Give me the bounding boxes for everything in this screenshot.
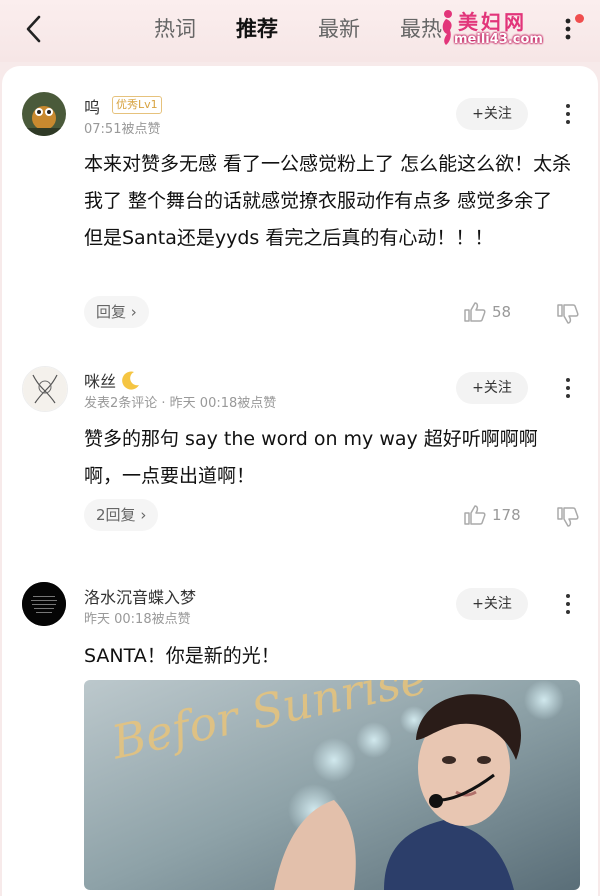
like-count: 58 [492, 303, 512, 321]
reply-label: 2回复 [96, 506, 136, 524]
chevron-right-icon: › [140, 506, 147, 524]
like-button[interactable]: 58 [464, 302, 511, 322]
chevron-right-icon: › [130, 303, 137, 321]
watermark-url: meili43.com [454, 32, 543, 47]
top-bar: 热词 推荐 最新 最热 美妇网 meili43.com [0, 0, 600, 62]
level-badge: 优秀Lv1 [112, 96, 162, 114]
comment-meta: 07:51被点赞 [84, 122, 161, 137]
reply-button[interactable]: 回复 › [84, 296, 149, 328]
more-vertical-icon[interactable] [560, 14, 576, 44]
reply-label: 回复 [96, 303, 127, 321]
username[interactable]: 洛水沉音蝶入梦 [84, 584, 196, 608]
thumbs-up-icon [464, 505, 486, 525]
more-vertical-icon[interactable] [562, 103, 574, 125]
moon-icon [122, 371, 140, 390]
comment-meta: 发表2条评论 · 昨天 00:18被点赞 [84, 396, 277, 411]
tab-latest[interactable]: 最新 [318, 14, 400, 44]
username[interactable]: 咪丝 [84, 368, 141, 392]
comment-image[interactable]: Befor Sunrise [84, 680, 580, 890]
reply-button[interactable]: 2回复 › [84, 499, 159, 531]
thumbs-up-icon [464, 302, 486, 322]
comment-text: SANTA！你是新的光！ [84, 645, 280, 667]
more-vertical-icon[interactable] [562, 593, 574, 615]
comment-meta: 昨天 00:18被点赞 [84, 612, 191, 627]
comment-text: 本来对赞多无感 看了一公感觉粉上了 怎么能这么欲！太杀我了 整个舞台的话就感觉撩… [84, 153, 572, 249]
notification-dot [575, 14, 584, 23]
thumbs-down-icon[interactable] [557, 507, 579, 527]
watermark: 美妇网 meili43.com [438, 6, 548, 52]
follow-button[interactable]: +关注 [456, 372, 528, 404]
username-text: 咪丝 [84, 372, 117, 391]
comment-text: 赞多的那句 say the word on my way 超好听啊啊啊啊，一点要… [84, 428, 538, 487]
tab-bar: 热词 推荐 最新 最热 [154, 14, 482, 44]
watermark-title: 美妇网 [458, 10, 527, 34]
tab-hot-words[interactable]: 热词 [154, 14, 236, 44]
avatar[interactable] [22, 366, 68, 412]
thumbs-down-icon[interactable] [557, 304, 579, 324]
tab-recommended[interactable]: 推荐 [236, 14, 318, 44]
more-vertical-icon[interactable] [562, 377, 574, 399]
follow-button[interactable]: +关注 [456, 98, 528, 130]
avatar[interactable] [22, 92, 66, 136]
username[interactable]: 呜 [84, 94, 100, 118]
like-button[interactable]: 178 [464, 505, 521, 525]
like-count: 178 [492, 506, 521, 524]
back-button[interactable] [18, 12, 48, 46]
comment-panel: 呜 优秀Lv1 07:51被点赞 +关注 本来对赞多无感 看了一公感觉粉上了 怎… [2, 66, 598, 896]
chevron-left-icon [26, 15, 41, 43]
follow-button[interactable]: +关注 [456, 588, 528, 620]
avatar[interactable] [22, 582, 66, 626]
